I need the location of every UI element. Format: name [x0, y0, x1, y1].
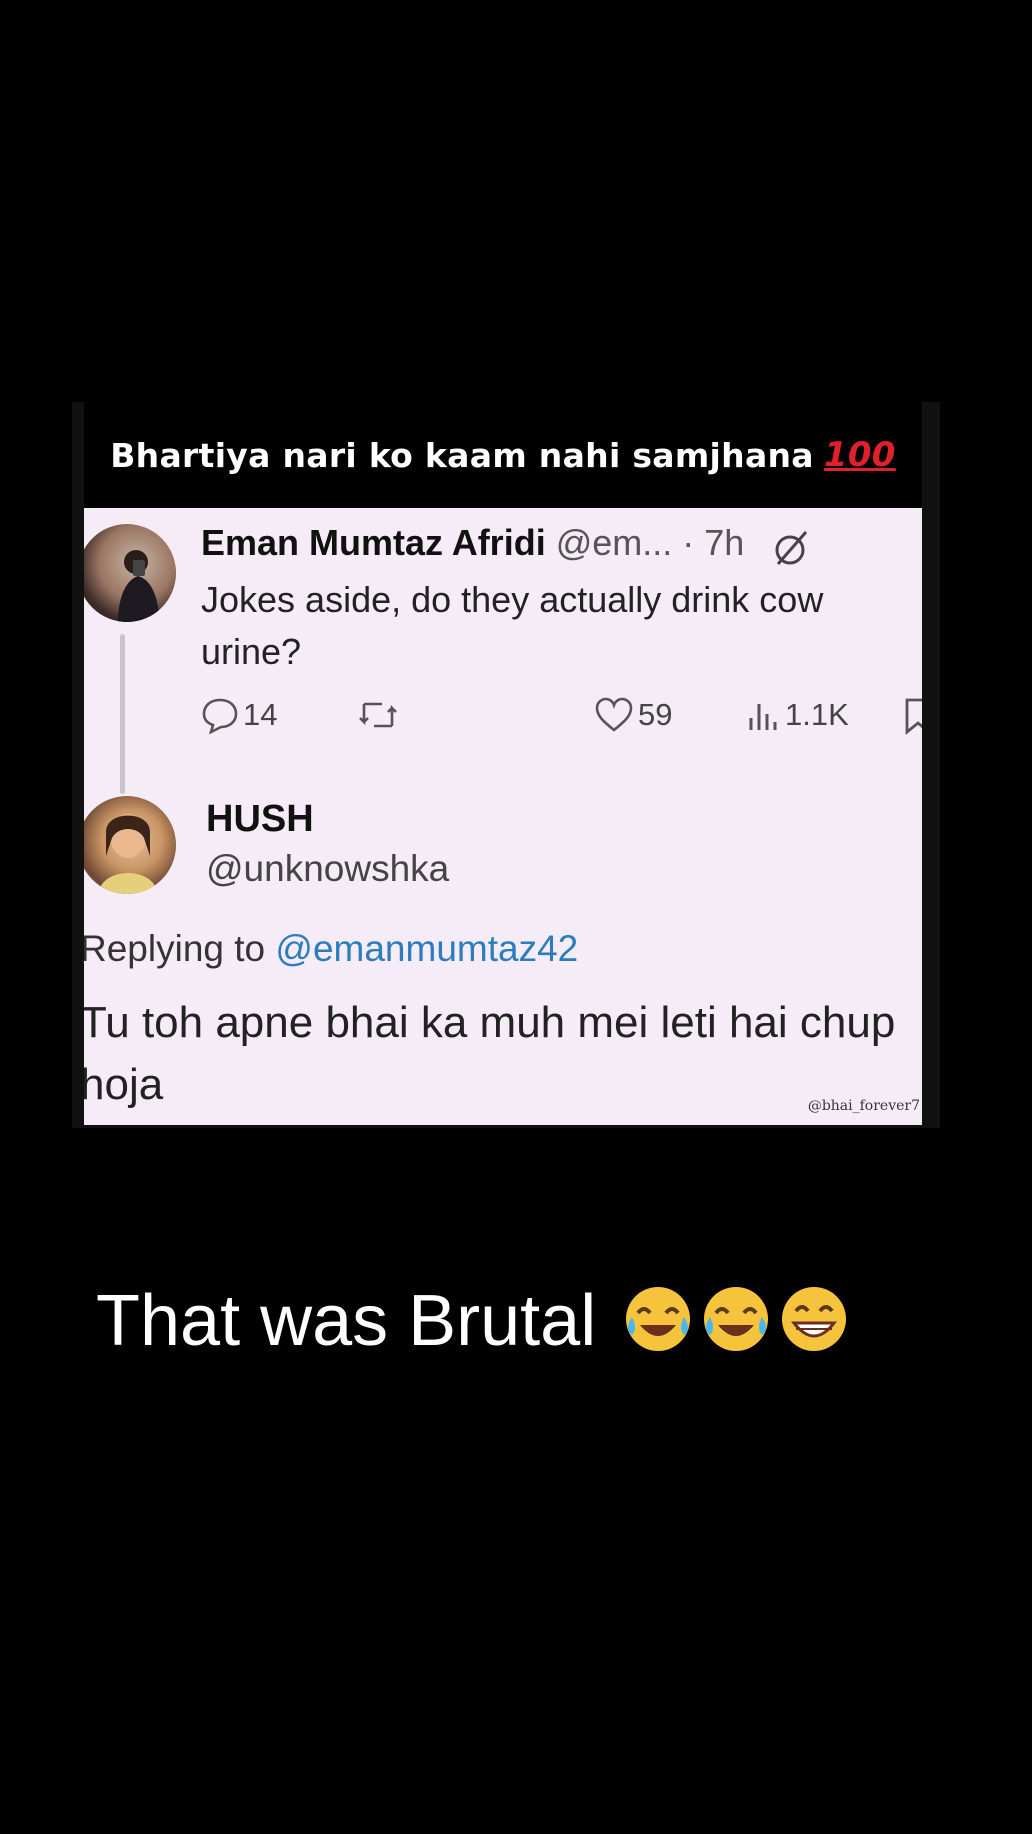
bookmark-button[interactable]: [901, 696, 922, 736]
tweet-time: · 7h: [682, 522, 745, 563]
view-count: 1.1K: [785, 697, 849, 732]
avatar[interactable]: [84, 524, 176, 622]
overlay-banner: Bhartiya nari ko kaam nahi samjhana 100: [84, 402, 922, 508]
thread-line: [120, 634, 125, 794]
views-icon: [749, 704, 777, 730]
bookmark-icon: [905, 698, 922, 735]
hundred-emoji: 100: [823, 435, 896, 475]
reply-button[interactable]: 14: [201, 696, 277, 734]
views-button[interactable]: 1.1K: [747, 696, 849, 734]
tweet-text: Jokes aside, do they actually drink cow …: [201, 579, 824, 672]
retweet-icon: [359, 702, 397, 728]
reply-text: Tu toh apne bhai ka muh mei leti hai chu…: [84, 998, 896, 1109]
author-handle[interactable]: @unknowshka: [206, 848, 449, 890]
banner-text: Bhartiya nari ko kaam nahi samjhana: [110, 435, 814, 475]
author-name[interactable]: Eman Mumtaz Afridi: [201, 522, 546, 563]
reply-icon: [202, 698, 238, 734]
tweet-actions: 14 59 1.1K: [201, 696, 922, 746]
author-name[interactable]: HUSH: [206, 798, 314, 841]
reply-count: 14: [243, 697, 278, 732]
heart-icon: [595, 697, 633, 732]
tweet-header: Eman Mumtaz Afridi @em... · 7h: [201, 522, 808, 566]
video-caption: That was Brutal: [96, 1280, 850, 1362]
mention-link[interactable]: @emanmumtaz42: [275, 928, 578, 969]
grok-icon[interactable]: [772, 528, 808, 566]
tears-of-joy-icon: [700, 1283, 772, 1355]
like-count: 59: [638, 697, 673, 732]
watermark: @bhai_forever7: [807, 1098, 920, 1114]
tears-of-joy-icon: [622, 1283, 694, 1355]
replying-prefix: Replying to: [84, 928, 266, 969]
tweet-screenshot: Eman Mumtaz Afridi @em... · 7h Jokes asi…: [84, 508, 922, 1125]
replying-to: Replying to @emanmumtaz42: [84, 928, 578, 970]
author-handle[interactable]: @em...: [556, 522, 673, 563]
like-button[interactable]: 59: [594, 696, 672, 734]
grinning-face-icon: [778, 1283, 850, 1355]
avatar[interactable]: [84, 796, 176, 894]
retweet-button[interactable]: [356, 696, 400, 734]
caption-text: That was Brutal: [96, 1281, 597, 1361]
